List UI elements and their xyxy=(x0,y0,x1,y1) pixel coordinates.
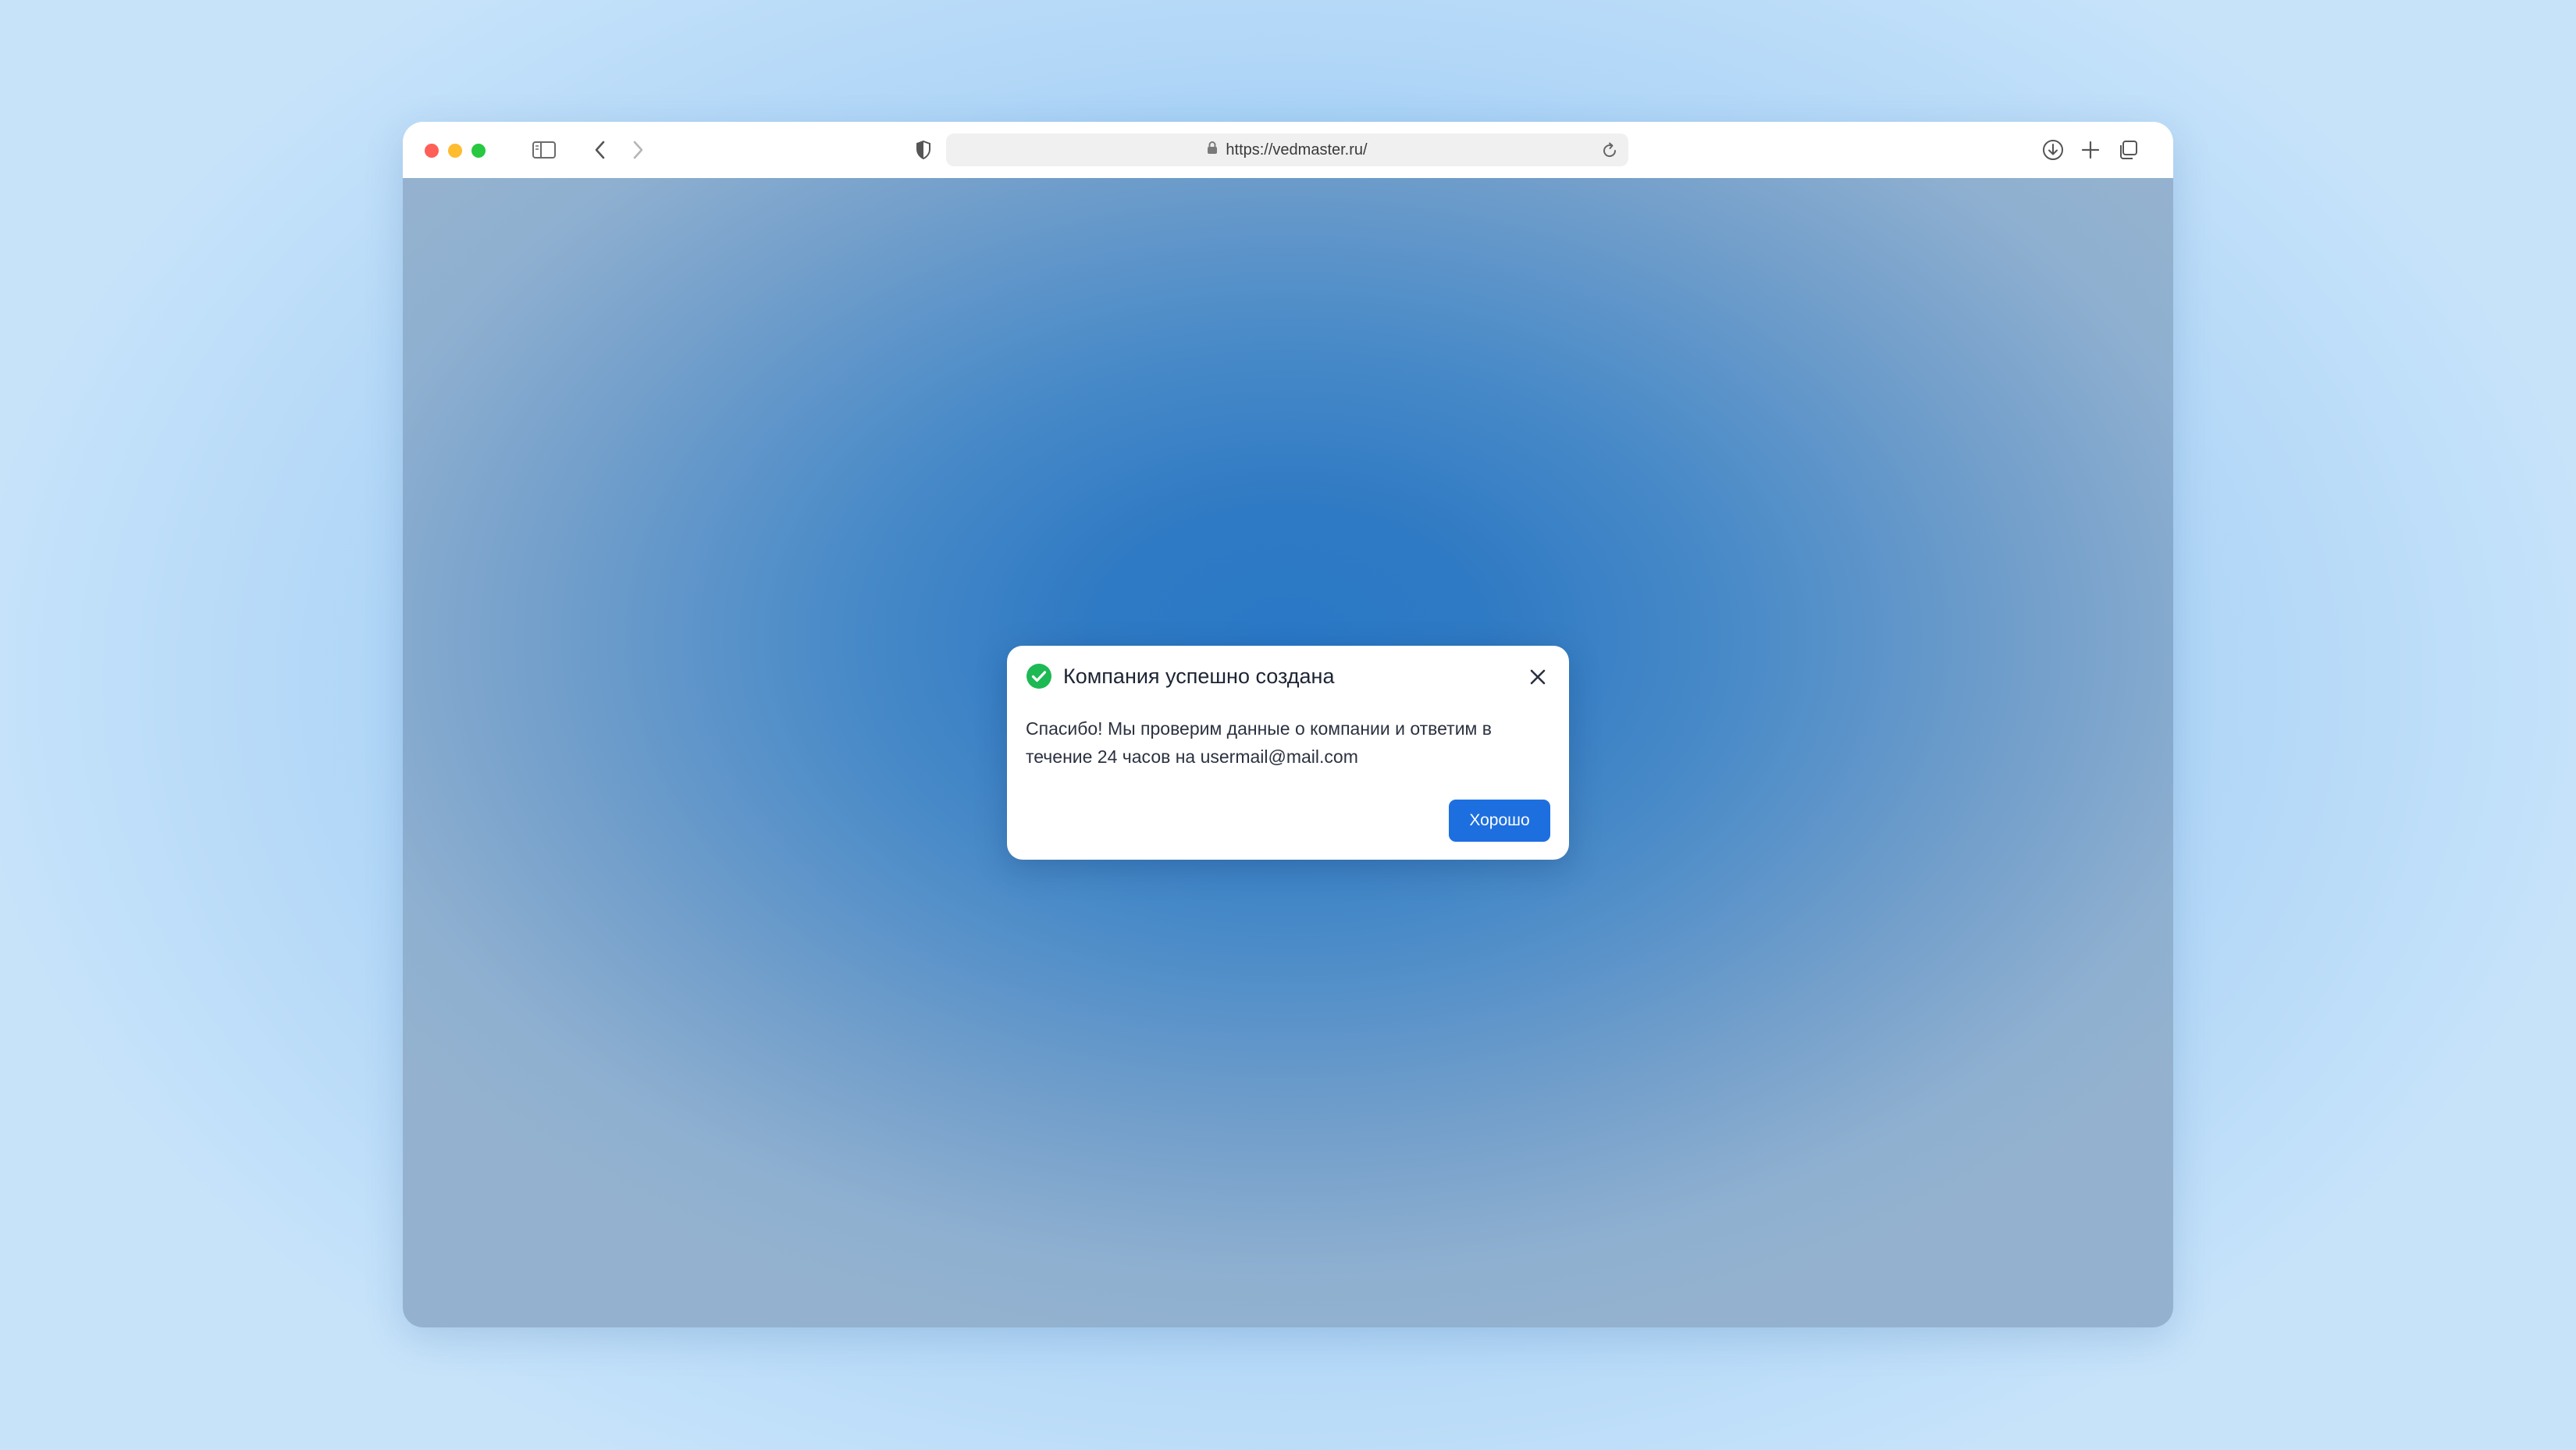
lock-icon xyxy=(1207,141,1218,159)
window-close-button[interactable] xyxy=(425,144,439,158)
success-dialog: Компания успешно создана Спасибо! Мы про… xyxy=(1007,646,1569,860)
sidebar-icon[interactable] xyxy=(531,137,557,162)
address-bar[interactable]: https://vedmaster.ru/ xyxy=(946,134,1628,166)
tabs-overview-icon[interactable] xyxy=(2115,137,2140,162)
forward-icon[interactable] xyxy=(626,137,649,162)
window-minimize-button[interactable] xyxy=(448,144,462,158)
dialog-title: Компания успешно создана xyxy=(1063,664,1335,688)
url-text[interactable]: https://vedmaster.ru/ xyxy=(1226,141,1367,159)
close-icon[interactable] xyxy=(1527,666,1549,688)
success-check-icon xyxy=(1026,663,1052,689)
reload-icon[interactable] xyxy=(1599,140,1621,162)
new-tab-icon[interactable] xyxy=(2078,137,2103,162)
back-icon[interactable] xyxy=(589,137,612,162)
window-zoom-button[interactable] xyxy=(471,144,486,158)
ok-button[interactable]: Хорошо xyxy=(1449,800,1550,842)
shield-icon[interactable] xyxy=(912,137,935,162)
browser-toolbar: https://vedmaster.ru/ xyxy=(403,122,2173,179)
download-icon[interactable] xyxy=(2041,137,2065,162)
dialog-message: Спасибо! Мы проверим данные о компании и… xyxy=(1026,718,1492,767)
